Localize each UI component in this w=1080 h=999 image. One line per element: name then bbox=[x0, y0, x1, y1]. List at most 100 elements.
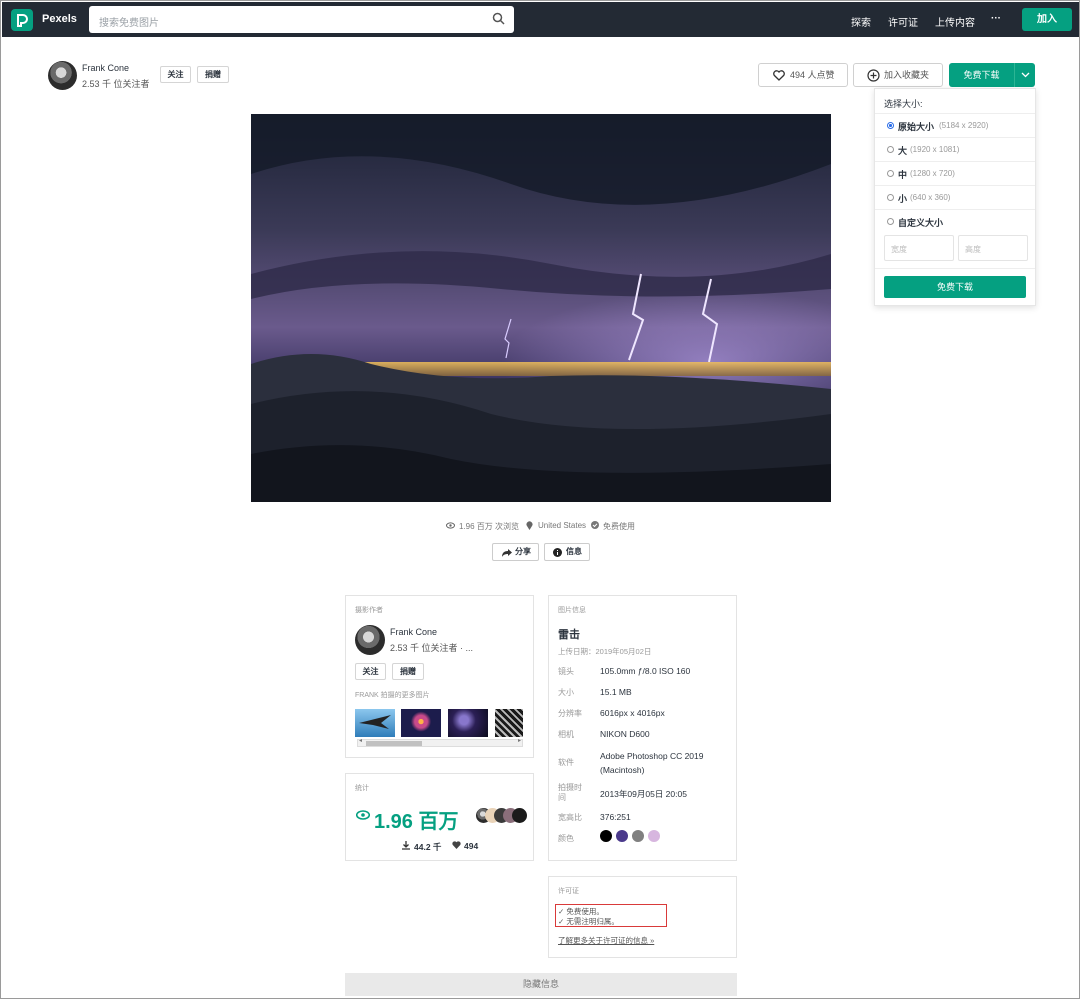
size-option-original[interactable]: 原始大小 (5184 x 2920) bbox=[875, 113, 1035, 137]
info-key: 宽高比 bbox=[558, 813, 582, 822]
stats-card: 统计 1.96 百万 44.2 千 494 bbox=[345, 773, 534, 861]
eye-icon bbox=[446, 522, 455, 529]
author-avatar[interactable] bbox=[48, 61, 77, 90]
radio-icon[interactable] bbox=[887, 218, 894, 225]
upload-date: 上传日期：2019年05月02日 bbox=[558, 647, 652, 656]
location-pin-icon bbox=[526, 521, 533, 530]
location-text[interactable]: United States bbox=[538, 521, 586, 530]
eye-icon bbox=[356, 810, 370, 820]
hide-info-button[interactable]: 隐藏信息 bbox=[345, 973, 737, 996]
thumbnail-scrollbar[interactable]: ◂ ▸ bbox=[357, 738, 523, 747]
size-option-custom[interactable]: 自定义大小 bbox=[875, 209, 1035, 233]
author-name[interactable]: Frank Cone bbox=[82, 63, 129, 73]
join-button[interactable]: 加入 bbox=[1022, 8, 1072, 31]
info-button[interactable]: 信息 bbox=[544, 543, 590, 561]
info-key: 镜头 bbox=[558, 667, 574, 676]
size-dim: (640 x 360) bbox=[910, 193, 951, 202]
share-arrow-icon bbox=[502, 549, 512, 557]
photo-title: 雷击 bbox=[558, 629, 580, 641]
size-option-small[interactable]: 小 (640 x 360) bbox=[875, 185, 1035, 209]
color-swatch[interactable] bbox=[632, 830, 644, 842]
photo-info-card: 图片信息 雷击 上传日期：2019年05月02日 镜头 105.0mm ƒ/8.… bbox=[548, 595, 737, 861]
share-label: 分享 bbox=[515, 547, 531, 556]
liker-avatars[interactable] bbox=[476, 808, 527, 824]
more-photos-caption: FRANK 拍摄的更多图片 bbox=[355, 692, 430, 699]
color-swatch[interactable] bbox=[616, 830, 628, 842]
chevron-down-icon bbox=[1021, 72, 1030, 78]
thumbnail-night[interactable] bbox=[448, 709, 488, 737]
nav-explore[interactable]: 探索 bbox=[851, 14, 871, 29]
radio-icon[interactable] bbox=[887, 194, 894, 201]
card-caption: 统计 bbox=[355, 785, 369, 792]
photographer-name[interactable]: Frank Cone bbox=[390, 627, 437, 637]
nav-license[interactable]: 许可证 bbox=[888, 14, 918, 29]
follow-button[interactable]: 关注 bbox=[160, 66, 191, 83]
size-dim: (5184 x 2920) bbox=[939, 121, 989, 130]
license-text[interactable]: 免费使用 bbox=[603, 521, 635, 532]
photographer-followers: 2.53 千 位关注者 · ... bbox=[390, 643, 474, 653]
info-key: 颜色 bbox=[558, 834, 574, 843]
thumbnail-fireworks[interactable] bbox=[401, 709, 441, 737]
radio-selected-icon[interactable] bbox=[887, 122, 894, 129]
width-input[interactable]: 宽度 bbox=[884, 235, 954, 261]
brand-name[interactable]: Pexels bbox=[42, 13, 77, 25]
view-count: 1.96 百万 次浏览 bbox=[459, 522, 520, 531]
color-swatch[interactable] bbox=[648, 830, 660, 842]
card-caption: 摄影作者 bbox=[355, 607, 383, 614]
size-label: 自定义大小 bbox=[898, 218, 944, 228]
check-circle-icon bbox=[591, 521, 599, 529]
heart-icon bbox=[773, 70, 785, 81]
free-download-button[interactable]: 免费下载 bbox=[949, 63, 1014, 87]
size-label: 小 bbox=[898, 194, 908, 204]
like-count: 494 人点赞 bbox=[790, 70, 835, 80]
author-followers: 2.53 千 位关注者 bbox=[82, 79, 150, 89]
search-icon[interactable] bbox=[492, 12, 505, 25]
size-option-large[interactable]: 大 (1920 x 1081) bbox=[875, 137, 1035, 161]
card-donate-button[interactable]: 捐赠 bbox=[392, 663, 424, 680]
info-value: 2013年09月05日 20:05 bbox=[600, 789, 687, 799]
size-option-medium[interactable]: 中 (1280 x 720) bbox=[875, 161, 1035, 185]
card-follow-button[interactable]: 关注 bbox=[355, 663, 386, 680]
like-button[interactable]: 494 人点赞 bbox=[758, 63, 848, 87]
size-dim: (1920 x 1081) bbox=[910, 145, 960, 154]
more-menu-icon[interactable]: ··· bbox=[991, 13, 1001, 24]
info-value: 376:251 bbox=[600, 812, 631, 822]
thumbnail-spiral[interactable] bbox=[495, 709, 523, 737]
browser-frame: Pexels 搜索免费图片 探索 许可证 上传内容 ··· 加入 Frank C… bbox=[0, 0, 1080, 999]
top-navigation-bar: Pexels 搜索免费图片 探索 许可证 上传内容 ··· 加入 bbox=[2, 2, 1079, 37]
collect-label: 加入收藏夹 bbox=[884, 70, 930, 80]
pexels-logo[interactable] bbox=[11, 9, 33, 31]
photographer-avatar[interactable] bbox=[355, 625, 385, 655]
thumbnail-eagle[interactable] bbox=[355, 709, 395, 737]
radio-icon[interactable] bbox=[887, 170, 894, 177]
info-value: 6016px x 4016px bbox=[600, 708, 665, 718]
dropdown-download-button[interactable]: 免费下载 bbox=[884, 276, 1026, 298]
info-key: 软件 bbox=[558, 758, 574, 767]
info-key: 大小 bbox=[558, 688, 574, 697]
collect-button[interactable]: 加入收藏夹 bbox=[853, 63, 943, 87]
size-dim: (1280 x 720) bbox=[910, 169, 955, 178]
donate-button[interactable]: 捐赠 bbox=[197, 66, 229, 83]
heart-icon bbox=[452, 841, 461, 849]
info-value: 105.0mm ƒ/8.0 ISO 160 bbox=[600, 666, 691, 676]
size-label: 中 bbox=[898, 170, 908, 180]
nav-upload[interactable]: 上传内容 bbox=[935, 14, 975, 29]
download-icon bbox=[402, 841, 410, 850]
views-big: 1.96 百万 bbox=[374, 811, 459, 833]
info-value: Adobe Photoshop CC 2019 (Macintosh) bbox=[600, 751, 704, 775]
license-learn-more-link[interactable]: 了解更多关于许可证的信息 » bbox=[558, 935, 654, 946]
size-label: 大 bbox=[898, 146, 908, 156]
main-photo[interactable] bbox=[251, 114, 831, 502]
download-options-toggle[interactable] bbox=[1014, 63, 1035, 87]
radio-icon[interactable] bbox=[887, 146, 894, 153]
info-key: 拍摄时间 bbox=[558, 783, 582, 802]
info-value: 15.1 MB bbox=[600, 687, 632, 697]
info-icon bbox=[553, 548, 562, 557]
share-button[interactable]: 分享 bbox=[492, 543, 539, 561]
info-label: 信息 bbox=[566, 547, 582, 556]
size-label: 原始大小 bbox=[898, 122, 935, 132]
search-input[interactable]: 搜索免费图片 bbox=[89, 6, 514, 33]
color-swatch[interactable] bbox=[600, 830, 612, 842]
card-caption: 图片信息 bbox=[558, 607, 586, 614]
height-input[interactable]: 高度 bbox=[958, 235, 1028, 261]
